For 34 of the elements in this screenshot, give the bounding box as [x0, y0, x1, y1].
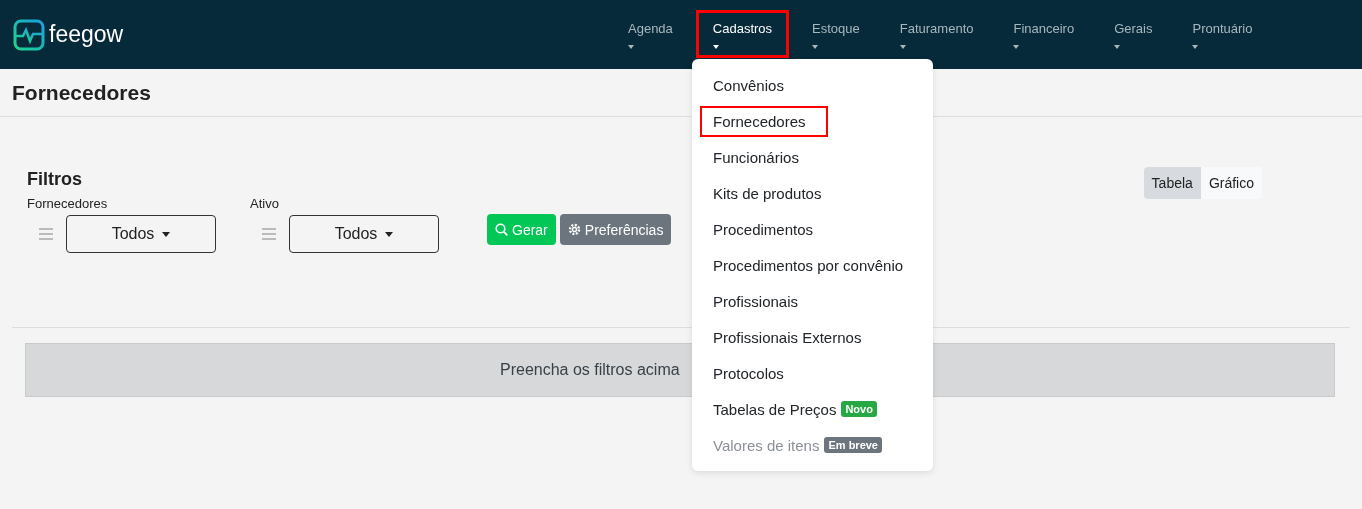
settings-icon — [567, 223, 581, 236]
dropdown-item[interactable]: Tabelas de Preços — [700, 393, 842, 425]
dropdown-item[interactable]: Procedimentos por convênio — [700, 249, 909, 281]
dropdown-item[interactable]: Fornecedores — [700, 105, 828, 137]
logo-text: feegow — [49, 21, 124, 48]
nav-menu-item[interactable]: Agenda — [611, 10, 690, 58]
dropdown-select[interactable]: Todos — [66, 215, 216, 253]
dropdown-item[interactable]: Procedimentos — [700, 213, 819, 245]
nav-menu-item[interactable]: Estoque — [795, 10, 877, 58]
dropdown-item[interactable]: Profissionais Externos — [700, 321, 867, 353]
dropdown-item[interactable]: Funcionários — [700, 141, 804, 173]
nav-menu-item[interactable]: Prontuário — [1175, 10, 1270, 58]
nav-menu-item[interactable]: Gerais — [1097, 10, 1170, 58]
nav-menu-item[interactable]: Financeiro — [996, 10, 1092, 58]
dropdown-item[interactable]: Protocolos — [700, 357, 789, 389]
nav-menu-item[interactable]: Faturamento — [882, 10, 991, 58]
dropdown-item[interactable]: Convênios — [700, 69, 789, 101]
alert-text: Preencha os filtros acima — [500, 361, 680, 379]
view-toggle-tab[interactable]: Gráfico — [1200, 167, 1262, 199]
status-badge: Em breve — [824, 437, 882, 453]
page-title: Fornecedores — [12, 80, 151, 105]
dropdown-item[interactable]: Profissionais — [700, 285, 804, 317]
dropdown-select[interactable]: Todos — [289, 215, 439, 253]
section-title: Filtros — [27, 169, 83, 190]
preferences-button[interactable]: Preferências — [559, 214, 672, 245]
field-label: Fornecedores — [27, 196, 109, 211]
field-label: Ativo — [250, 196, 280, 211]
search-icon — [495, 223, 508, 236]
logo-icon — [13, 18, 45, 51]
drag-handle-icon[interactable] — [39, 228, 53, 240]
dropdown-item[interactable]: Kits de produtos — [700, 177, 827, 209]
view-toggle-tab[interactable]: Tabela — [1143, 167, 1201, 199]
status-badge: Novo — [841, 401, 877, 417]
drag-handle-icon[interactable] — [262, 228, 276, 240]
